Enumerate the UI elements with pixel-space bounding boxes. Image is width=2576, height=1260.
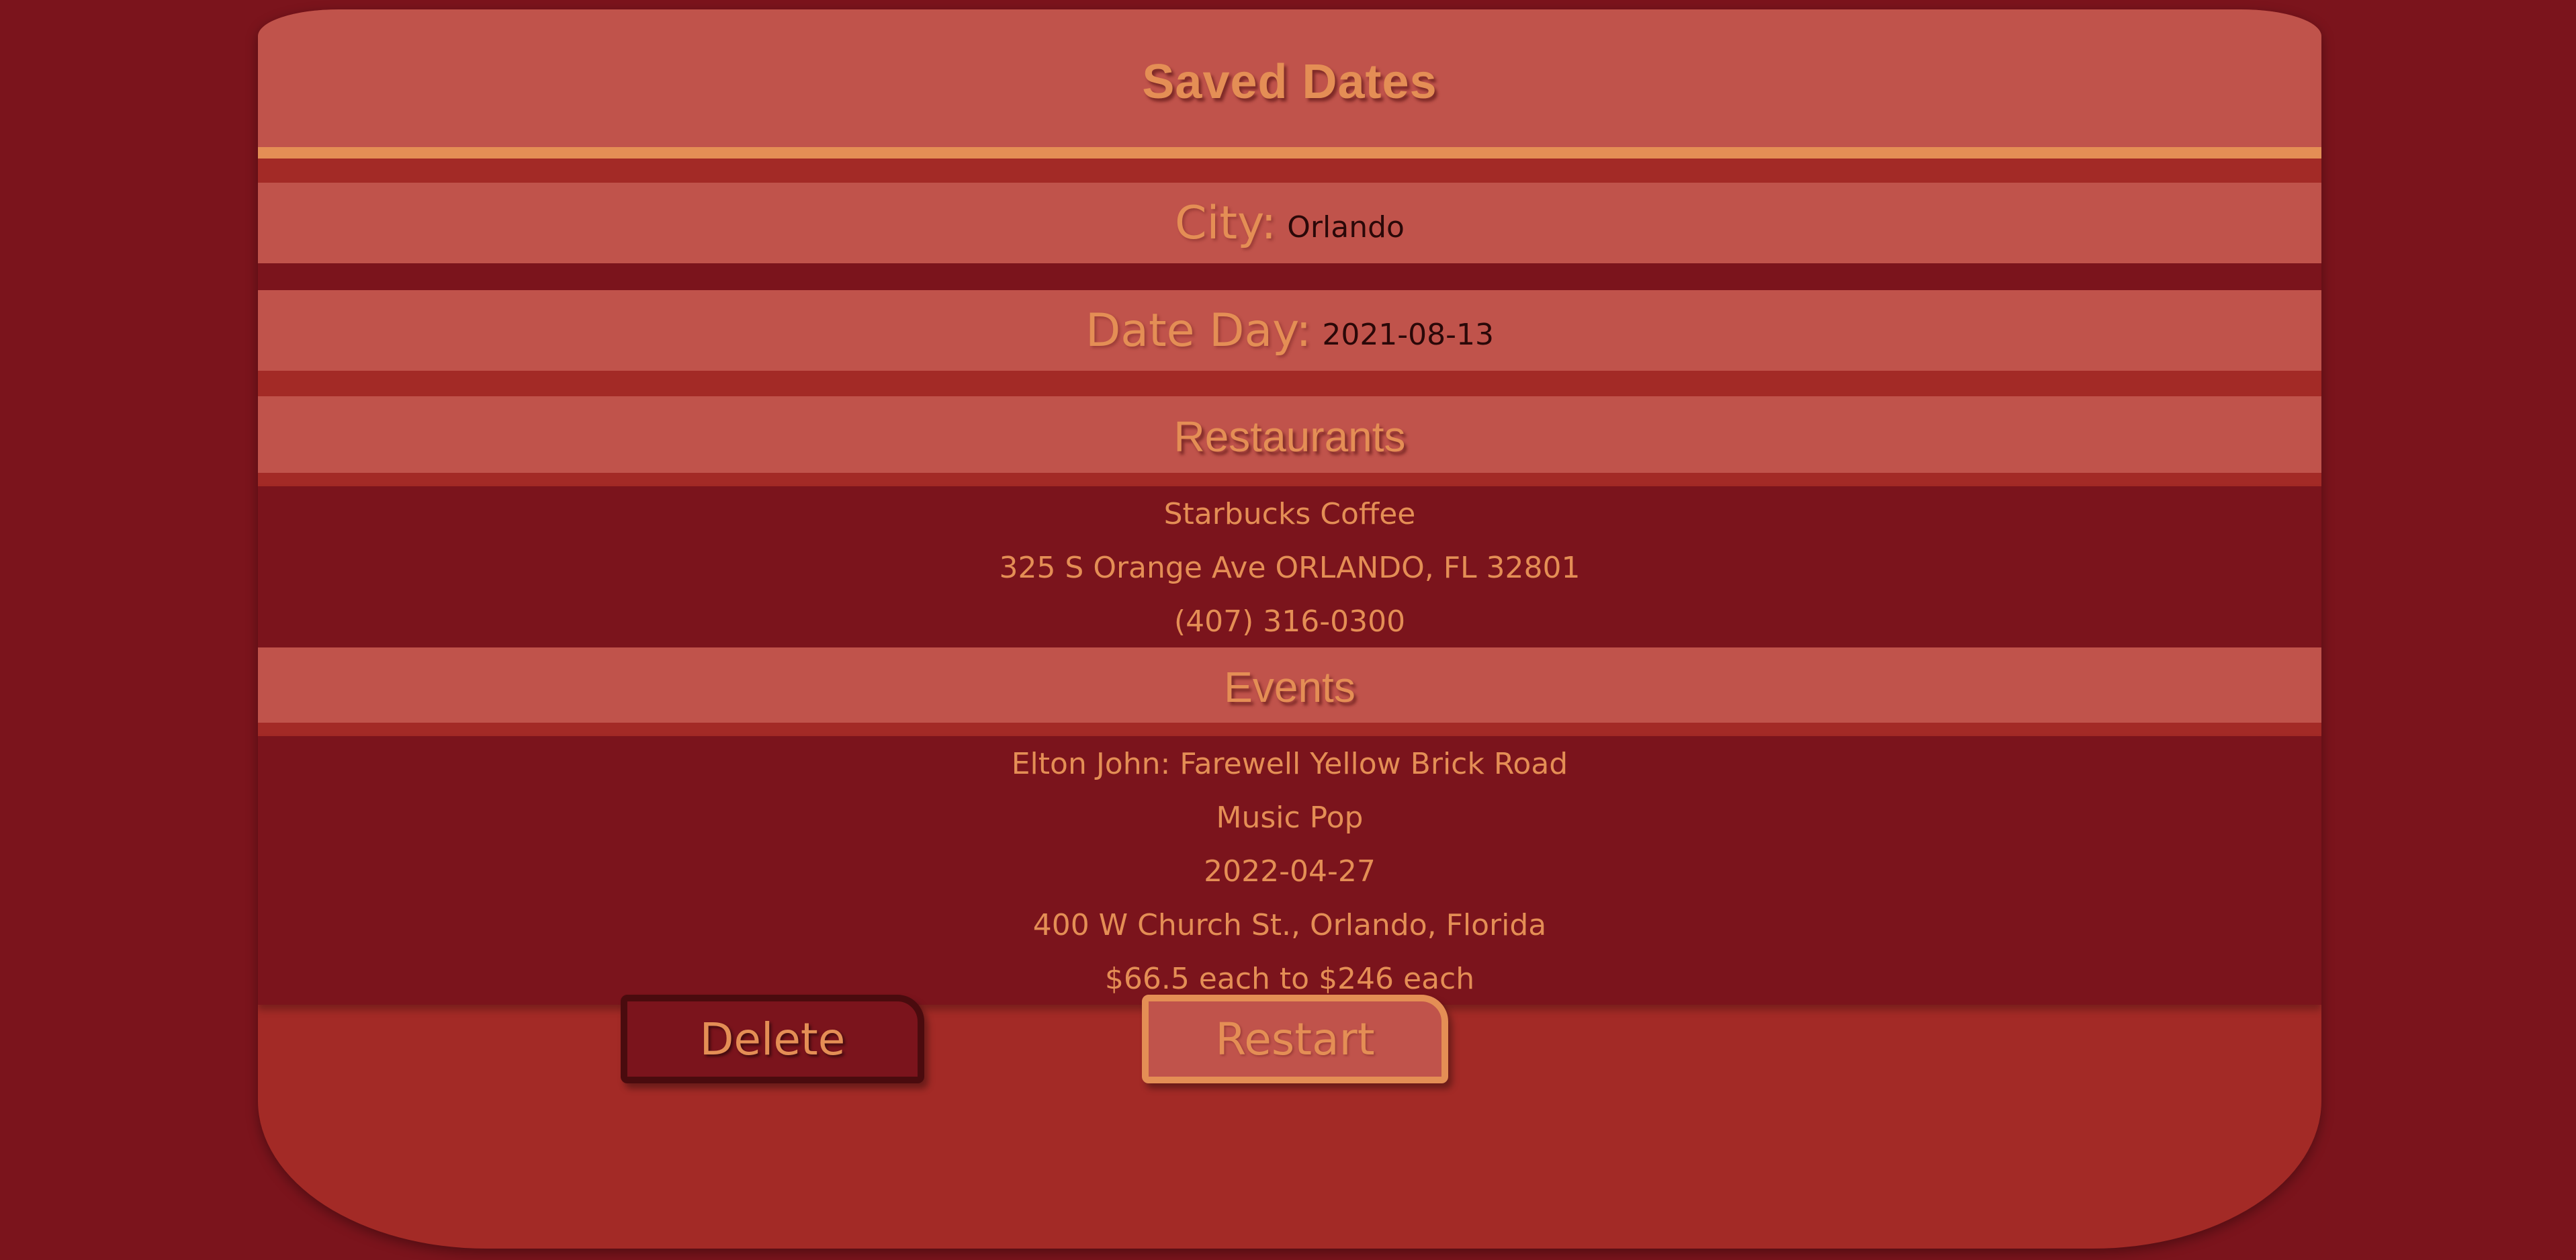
restaurants-header: Restaurants	[258, 396, 2321, 473]
restaurant-info: Starbucks Coffee 325 S Orange Ave ORLAND…	[258, 486, 2321, 647]
page-background: Saved Dates City: Orlando Date Day: 2021…	[0, 0, 2576, 1260]
row-separator	[258, 263, 2321, 290]
card-header: Saved Dates	[258, 9, 2321, 159]
section-divider	[258, 723, 2321, 736]
city-label: City:	[1175, 196, 1277, 250]
event-price: $66.5 each to $246 each	[1104, 962, 1475, 996]
date-label: Date Day:	[1085, 304, 1312, 357]
event-address: 400 W Church St., Orlando, Florida	[1032, 908, 1547, 942]
events-header: Events	[258, 647, 2321, 723]
delete-button[interactable]: Delete	[621, 995, 924, 1083]
event-name: Elton John: Farewell Yellow Brick Road	[1011, 747, 1568, 781]
city-row: City: Orlando	[258, 183, 2321, 263]
header-divider	[258, 159, 2321, 183]
restaurant-address: 325 S Orange Ave ORLANDO, FL 32801	[999, 551, 1581, 585]
restaurants-title: Restaurants	[1173, 412, 1406, 461]
date-value: 2021-08-13	[1322, 317, 1495, 352]
restart-button[interactable]: Restart	[1142, 995, 1448, 1083]
restaurant-phone: (407) 316-0300	[1173, 604, 1406, 639]
events-title: Events	[1224, 663, 1356, 711]
row-separator	[258, 371, 2321, 396]
date-row: Date Day: 2021-08-13	[258, 290, 2321, 371]
event-date: 2022-04-27	[1204, 854, 1376, 889]
city-value: Orlando	[1287, 210, 1405, 244]
restaurant-name: Starbucks Coffee	[1163, 497, 1416, 531]
section-divider	[258, 473, 2321, 486]
event-genre: Music Pop	[1216, 801, 1364, 835]
event-info: Elton John: Farewell Yellow Brick Road M…	[258, 736, 2321, 1005]
page-title: Saved Dates	[1142, 54, 1437, 109]
